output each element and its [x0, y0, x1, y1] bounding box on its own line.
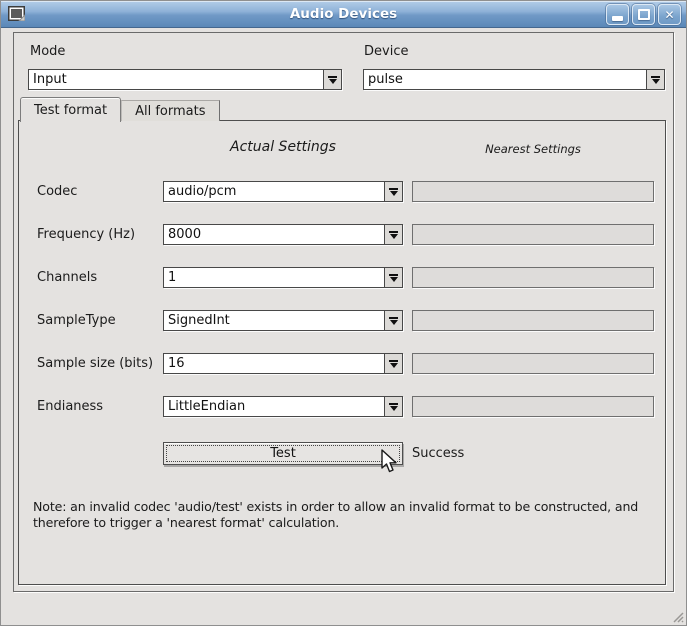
frequency-label: Frequency (Hz) [37, 227, 135, 242]
minimize-button[interactable] [606, 4, 629, 25]
tab-all-formats[interactable]: All formats [121, 100, 219, 121]
maximize-icon [638, 9, 650, 20]
tab-label: Test format [34, 103, 107, 118]
codec-value: audio/pcm [164, 182, 384, 201]
frequency-value: 8000 [164, 225, 384, 244]
status-text: Success [412, 446, 464, 461]
test-button[interactable]: Test [163, 442, 403, 465]
channels-label: Channels [37, 270, 97, 285]
sampletype-row: SampleType SignedInt [19, 310, 665, 331]
dropdown-arrow-icon[interactable] [384, 268, 402, 287]
endianess-combobox[interactable]: LittleEndian [163, 396, 403, 417]
note-text: Note: an invalid codec 'audio/test' exis… [33, 499, 675, 531]
frequency-combobox[interactable]: 8000 [163, 224, 403, 245]
nearest-settings-header: Nearest Settings [412, 142, 654, 156]
channels-row: Channels 1 [19, 267, 665, 288]
dropdown-arrow-icon[interactable] [323, 70, 341, 89]
samplesize-value: 16 [164, 354, 384, 373]
nearest-endianess-field [412, 396, 654, 417]
dropdown-arrow-icon[interactable] [384, 397, 402, 416]
channels-combobox[interactable]: 1 [163, 267, 403, 288]
endianess-label: Endianess [37, 399, 103, 414]
nearest-sampletype-field [412, 310, 654, 331]
samplesize-combobox[interactable]: 16 [163, 353, 403, 374]
window-title: Audio Devices [1, 1, 686, 27]
test-format-panel: Actual Settings Nearest Settings Codec a… [18, 120, 666, 585]
device-combobox[interactable]: pulse [363, 69, 665, 90]
titlebar-buttons: ✕ [606, 4, 681, 25]
dropdown-arrow-icon[interactable] [384, 354, 402, 373]
audio-devices-window: Audio Devices ✕ Mode Input Device pulse … [0, 0, 687, 626]
dropdown-arrow-icon[interactable] [384, 182, 402, 201]
mode-label: Mode [30, 44, 65, 59]
mode-combobox[interactable]: Input [28, 69, 342, 90]
mode-value: Input [29, 70, 323, 89]
tab-test-format[interactable]: Test format [20, 97, 121, 122]
title-bar[interactable]: Audio Devices ✕ [1, 1, 686, 28]
device-label: Device [364, 44, 408, 59]
resize-grip[interactable] [670, 609, 684, 623]
codec-row: Codec audio/pcm [19, 181, 665, 202]
codec-combobox[interactable]: audio/pcm [163, 181, 403, 202]
close-icon: ✕ [664, 9, 674, 21]
close-button[interactable]: ✕ [658, 4, 681, 25]
samplesize-row: Sample size (bits) 16 [19, 353, 665, 374]
sampletype-combobox[interactable]: SignedInt [163, 310, 403, 331]
dropdown-arrow-icon[interactable] [384, 225, 402, 244]
dropdown-arrow-icon[interactable] [646, 70, 664, 89]
endianess-row: Endianess LittleEndian [19, 396, 665, 417]
device-value: pulse [364, 70, 646, 89]
frequency-row: Frequency (Hz) 8000 [19, 224, 665, 245]
sampletype-value: SignedInt [164, 311, 384, 330]
samplesize-label: Sample size (bits) [37, 356, 153, 371]
actual-settings-header: Actual Settings [163, 139, 403, 155]
maximize-button[interactable] [632, 4, 655, 25]
tab-bar: Test format All formats [20, 96, 220, 121]
nearest-codec-field [412, 181, 654, 202]
tab-label: All formats [135, 104, 205, 119]
mouse-cursor-icon [380, 449, 399, 476]
dropdown-arrow-icon[interactable] [384, 311, 402, 330]
endianess-value: LittleEndian [164, 397, 384, 416]
sampletype-label: SampleType [37, 313, 116, 328]
nearest-frequency-field [412, 224, 654, 245]
main-frame: Mode Input Device pulse Test format All … [13, 32, 674, 592]
nearest-samplesize-field [412, 353, 654, 374]
nearest-channels-field [412, 267, 654, 288]
codec-label: Codec [37, 184, 77, 199]
minimize-icon [612, 16, 623, 21]
channels-value: 1 [164, 268, 384, 287]
